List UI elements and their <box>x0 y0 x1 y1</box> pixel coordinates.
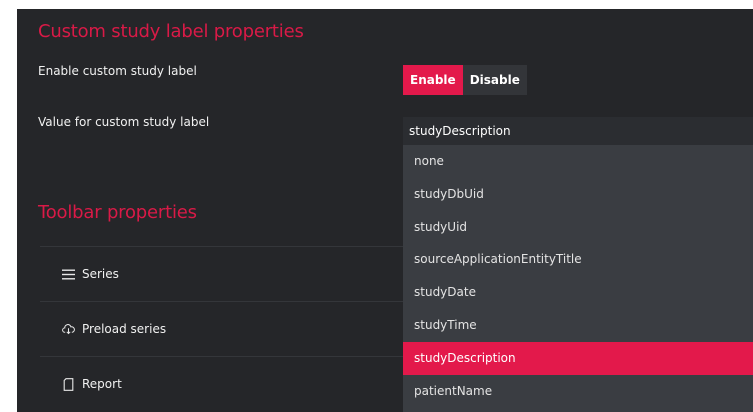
dropdown-option-studydescription[interactable]: studyDescription <box>403 341 753 375</box>
value-custom-study-label-label: Value for custom study label <box>38 115 210 129</box>
enable-custom-study-label-label: Enable custom study label <box>38 64 197 78</box>
dropdown-option-patientname[interactable]: patientName <box>403 375 753 408</box>
disable-button[interactable]: Disable <box>462 65 527 95</box>
toolbar-item-label: Preload series <box>82 322 167 336</box>
toolbar-item-series[interactable]: Series <box>40 246 403 301</box>
dropdown-option-studydate[interactable]: studyDate <box>403 276 753 309</box>
dropdown-option-none[interactable]: none <box>403 145 753 178</box>
dropdown-option-sourceapplicationentitytitle[interactable]: sourceApplicationEntityTitle <box>403 243 753 276</box>
hamburger-menu-icon <box>60 266 76 282</box>
custom-study-label-dropdown: none studyDbUid studyUid sourceApplicati… <box>403 145 753 412</box>
toolbar-list: Series Preload series Report <box>40 246 403 411</box>
toolbar-item-label: Series <box>82 267 119 281</box>
custom-study-label-section-title: Custom study label properties <box>38 21 304 42</box>
custom-study-label-select[interactable]: studyDescription <box>403 117 753 145</box>
toolbar-item-label: Report <box>82 377 122 391</box>
settings-panel: Custom study label properties Enable cus… <box>17 9 753 412</box>
enable-button[interactable]: Enable <box>403 65 463 95</box>
toolbar-item-report[interactable]: Report <box>40 356 403 411</box>
dropdown-option-studydbuid[interactable]: studyDbUid <box>403 178 753 211</box>
dropdown-option-studytime[interactable]: studyTime <box>403 309 753 342</box>
toolbar-item-preload-series[interactable]: Preload series <box>40 301 403 356</box>
cloud-download-icon <box>60 321 76 337</box>
document-icon <box>60 376 76 392</box>
dropdown-option-studyuid[interactable]: studyUid <box>403 211 753 244</box>
enable-toggle-group: Enable Disable <box>403 65 527 95</box>
toolbar-section-title: Toolbar properties <box>38 202 197 223</box>
